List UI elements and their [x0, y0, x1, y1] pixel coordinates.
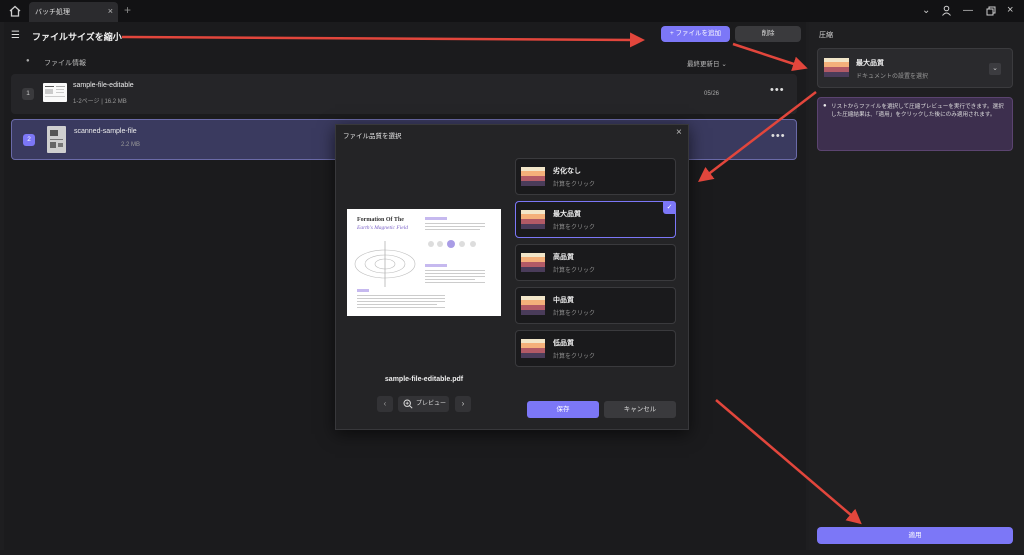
title-bar — [0, 0, 1024, 22]
chevron-down-icon[interactable]: ⌄ — [989, 63, 1001, 75]
page-title: ファイルサイズを縮小 — [32, 32, 122, 42]
account-icon[interactable] — [941, 5, 952, 16]
option-thumbnail — [521, 339, 545, 358]
next-page-button[interactable]: › — [455, 396, 471, 412]
close-window-icon[interactable]: × — [1007, 4, 1013, 16]
select-all-dot[interactable]: ● — [26, 58, 30, 64]
file-date: 05/26 — [704, 91, 720, 97]
menu-icon[interactable]: ☰ — [11, 30, 20, 41]
option-description: 計算をクリック — [553, 354, 596, 360]
column-last-modified[interactable]: 最終更新日 ⌄ — [687, 58, 727, 68]
new-tab-icon[interactable]: + — [124, 3, 131, 17]
row-number: 1 — [22, 88, 34, 100]
option-name: 中品質 — [553, 297, 574, 304]
check-icon: ✓ — [663, 201, 676, 214]
quality-option-high[interactable]: 高品質 計算をクリック — [515, 244, 676, 281]
option-thumbnail — [521, 167, 545, 186]
preview-label: プレビュー — [416, 401, 447, 407]
tab-batch[interactable]: バッチ処理 × — [29, 2, 118, 22]
sort-caret-icon: ⌄ — [721, 61, 727, 68]
file-name: sample-file-editable — [73, 82, 134, 89]
file-meta: 2.2 MB — [121, 142, 141, 148]
tab-close-icon[interactable]: × — [108, 6, 113, 16]
save-button[interactable]: 保存 — [527, 401, 599, 418]
quality-name: 最大品質 — [856, 60, 884, 67]
option-description: 計算をクリック — [553, 311, 596, 317]
add-file-button[interactable]: + ファイルを追加 — [661, 26, 730, 42]
file-meta: 1-2ページ | 16.2 MB — [73, 99, 127, 105]
quality-option-max[interactable]: 最大品質 計算をクリック — [515, 201, 676, 238]
doc-illustration — [354, 217, 485, 308]
restore-icon[interactable] — [986, 6, 996, 16]
home-icon[interactable] — [8, 4, 22, 18]
option-name: 最大品質 — [553, 211, 581, 218]
cancel-button[interactable]: キャンセル — [604, 401, 676, 418]
file-thumbnail — [47, 126, 66, 153]
option-name: 高品質 — [553, 254, 574, 261]
quality-option-medium[interactable]: 中品質 計算をクリック — [515, 287, 676, 324]
quality-thumbnail — [824, 58, 849, 77]
document-preview: Formation Of The Earth's Magnetic Field — [347, 209, 501, 316]
quality-selector[interactable]: 最大品質 ドキュメントの設置を選択 ⌄ — [817, 48, 1013, 88]
file-thumbnail — [43, 83, 67, 102]
option-thumbnail — [521, 210, 545, 229]
quality-description: ドキュメントの設置を選択 — [856, 74, 929, 80]
column-file-info: ファイル情報 — [44, 60, 86, 67]
dialog-title: ファイル品質を選択 — [343, 133, 402, 140]
option-description: 計算をクリック — [553, 182, 596, 188]
table-row[interactable]: 1 sample-file-editable 1-2ページ | 16.2 MB … — [11, 74, 797, 114]
apply-button[interactable]: 適用 — [817, 527, 1013, 544]
file-name: scanned-sample-file — [74, 128, 137, 135]
option-thumbnail — [521, 253, 545, 272]
minimize-icon[interactable]: — — [963, 5, 973, 16]
option-description: 計算をクリック — [553, 268, 596, 274]
add-file-label: ファイルを追加 — [675, 30, 722, 37]
previous-page-button[interactable]: ‹ — [377, 396, 393, 412]
close-icon[interactable]: × — [676, 127, 682, 138]
option-name: 劣化なし — [553, 168, 581, 175]
more-options-icon[interactable]: ••• — [770, 84, 785, 96]
row-number: 2 — [23, 134, 35, 146]
more-options-icon[interactable]: ••• — [771, 130, 786, 142]
info-message: リストからファイルを選択して圧縮プレビューを実行できます。選択した圧縮結果は、「… — [817, 97, 1013, 151]
preview-file-name: sample-file-editable.pdf — [384, 376, 464, 383]
compress-title: 圧縮 — [819, 32, 833, 39]
option-name: 低品質 — [553, 340, 574, 347]
preview-button[interactable]: プレビュー — [398, 396, 449, 412]
tab-label: バッチ処理 — [35, 9, 70, 16]
option-thumbnail — [521, 296, 545, 315]
chevron-down-icon[interactable]: ⌄ — [922, 5, 930, 16]
quality-option-low[interactable]: 低品質 計算をクリック — [515, 330, 676, 367]
quality-option-lossless[interactable]: 劣化なし 計算をクリック — [515, 158, 676, 195]
lightbulb-icon: ● — [823, 103, 827, 109]
column-last-modified-label: 最終更新日 — [687, 61, 720, 68]
option-description: 計算をクリック — [553, 225, 596, 231]
delete-button[interactable]: 削除 — [735, 26, 801, 42]
zoom-icon — [403, 399, 413, 409]
